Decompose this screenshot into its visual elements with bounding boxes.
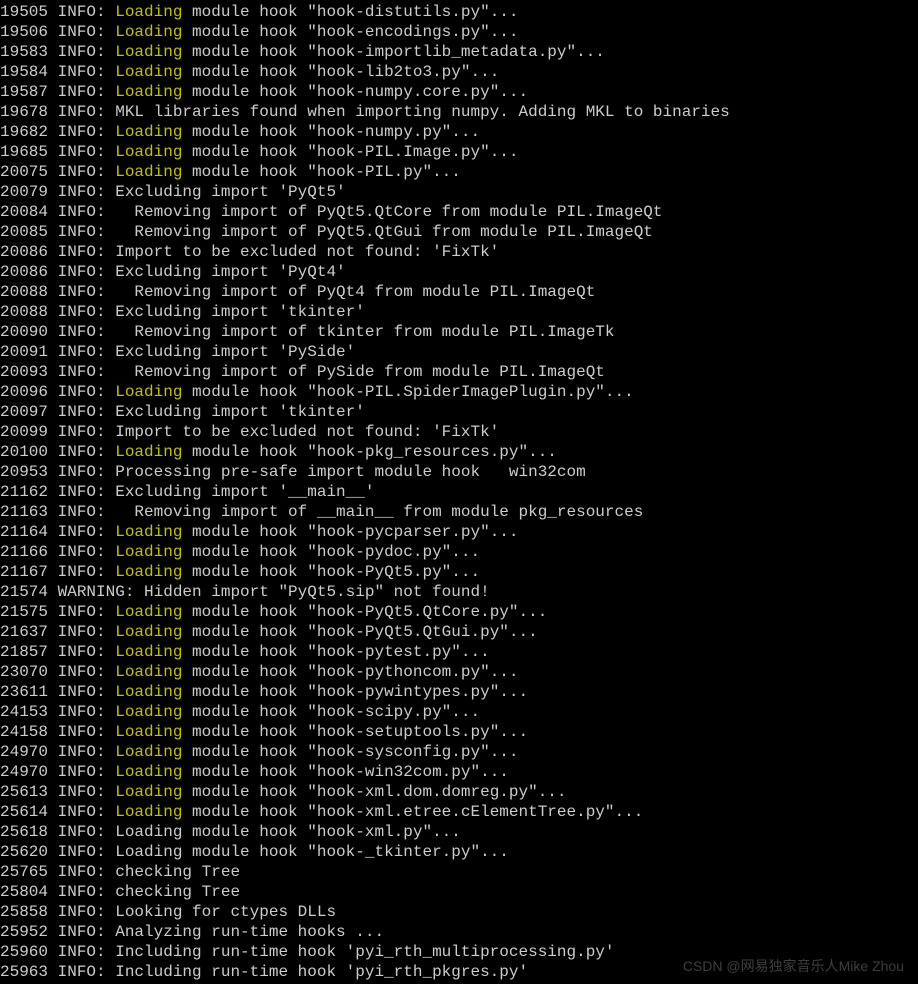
terminal-output: 19505 INFO: Loading module hook "hook-di… — [0, 0, 918, 982]
